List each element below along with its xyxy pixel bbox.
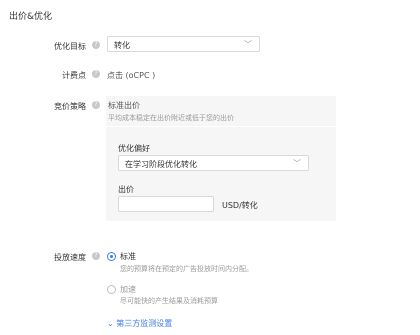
- delivery-speed-accelerated-title[interactable]: 加速: [120, 284, 136, 295]
- delivery-speed-standard-description: 您的预算将在预定的广告投放时间内分配。: [120, 265, 253, 273]
- section-title: 出价&优化: [9, 12, 53, 22]
- double-chevron-down-icon: ⌄: [107, 319, 114, 328]
- bid-label: 出价: [118, 185, 134, 194]
- delivery-speed-label: 投放速度: [54, 253, 86, 262]
- delivery-speed-standard-radio[interactable]: [107, 252, 116, 261]
- bidding-strategy-title: 标准出价: [108, 101, 140, 110]
- optimization-preference-value: 在学习阶段优化转化: [125, 160, 197, 169]
- help-circle-icon[interactable]: ?: [92, 70, 100, 78]
- billing-point-label: 计费点: [62, 71, 86, 80]
- third-party-monitoring-link[interactable]: ⌄ 第三方监测设置: [107, 318, 172, 329]
- optimization-preference-select[interactable]: 在学习阶段优化转化 ﹀: [118, 155, 309, 171]
- delivery-speed-standard-title[interactable]: 标准: [120, 251, 136, 262]
- optimization-goal-label: 优化目标: [54, 42, 86, 51]
- help-circle-icon[interactable]: ?: [92, 41, 100, 49]
- bidding-strategy-label: 竞价策略: [54, 102, 86, 111]
- bid-settings-panel: 优化偏好 在学习阶段优化转化 ﹀ 出价 USD/转化: [106, 127, 336, 221]
- bidding-strategy-option[interactable]: 标准出价 平均成本稳定在出价附近或低于您的出价: [106, 96, 336, 126]
- bidding-strategy-description: 平均成本稳定在出价附近或低于您的出价: [108, 114, 234, 122]
- chevron-down-icon: ﹀: [244, 40, 252, 49]
- delivery-speed-accelerated-radio[interactable]: [107, 285, 116, 294]
- help-circle-icon[interactable]: ?: [92, 101, 100, 109]
- bid-input[interactable]: [118, 196, 214, 212]
- chevron-down-icon: ﹀: [293, 159, 301, 168]
- optimization-goal-select[interactable]: 转化 ﹀: [107, 36, 260, 52]
- billing-point-value: 点击 (oCPC ): [107, 71, 156, 80]
- optimization-goal-value: 转化: [114, 41, 130, 50]
- bid-unit: USD/转化: [222, 201, 258, 210]
- help-circle-icon[interactable]: ?: [92, 252, 100, 260]
- third-party-monitoring-label: 第三方监测设置: [116, 319, 173, 328]
- delivery-speed-accelerated-description: 尽可能快的产生结果及消耗预算: [120, 297, 218, 305]
- optimization-preference-label: 优化偏好: [118, 144, 150, 153]
